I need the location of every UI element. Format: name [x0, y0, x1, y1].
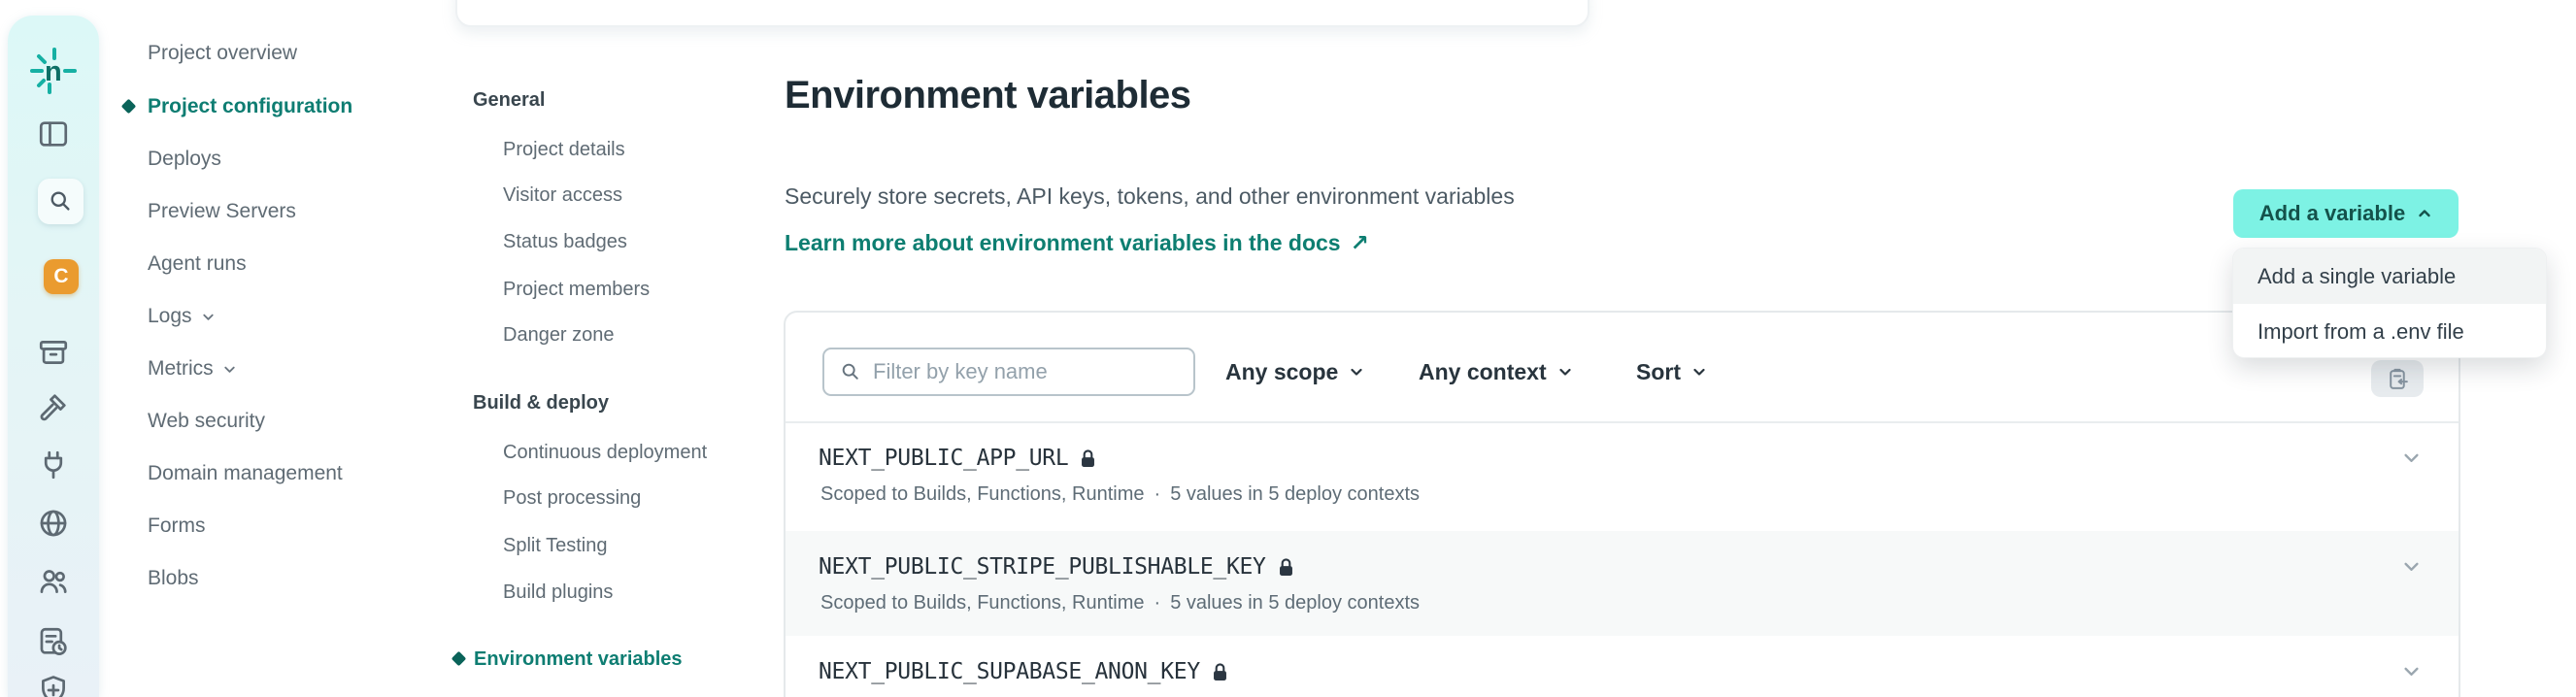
icon-rail: n C — [8, 16, 99, 697]
nav-deploys[interactable]: Deploys — [148, 146, 221, 173]
variable-meta: Scoped to Builds, Functions, Runtime·5 v… — [820, 483, 1421, 505]
add-variable-button[interactable]: Add a variable — [2233, 189, 2459, 238]
form-clock-icon[interactable] — [37, 625, 70, 658]
filter-input[interactable] — [873, 359, 1164, 384]
chevron-down-icon — [2404, 667, 2419, 676]
nav-status-badges[interactable]: Status badges — [503, 228, 627, 255]
section-general: General — [473, 89, 546, 111]
chevron-down-icon — [224, 366, 235, 373]
chevron-down-icon — [2404, 453, 2419, 462]
nav-continuous-deployment[interactable]: Continuous deployment — [503, 439, 707, 466]
docs-link[interactable]: Learn more about environment variables i… — [785, 230, 1369, 256]
page-description: Securely store secrets, API keys, tokens… — [785, 183, 1515, 209]
c-app-badge[interactable]: C — [44, 259, 79, 294]
nav-project-configuration[interactable]: Project configuration — [148, 93, 352, 120]
scope-filter-dropdown[interactable]: Any scope — [1225, 357, 1364, 386]
nav-web-security[interactable]: Web security — [148, 408, 265, 435]
hammer-icon[interactable] — [37, 390, 70, 423]
shield-plus-icon[interactable] — [37, 674, 70, 697]
chevron-down-icon — [1693, 368, 1705, 376]
active-diamond-icon — [451, 650, 467, 667]
variables-card: Any scope Any context Sort NEXT_PUBLIC_A… — [784, 311, 2460, 697]
lock-icon — [1213, 662, 1226, 680]
nav-project-overview[interactable]: Project overview — [148, 40, 297, 67]
filter-field[interactable] — [822, 348, 1195, 396]
nav-split-testing[interactable]: Split Testing — [503, 532, 607, 559]
users-icon[interactable] — [37, 565, 70, 598]
chevron-down-icon — [2404, 562, 2419, 571]
nav-danger-zone[interactable]: Danger zone — [503, 321, 615, 348]
nav-metrics[interactable]: Metrics — [148, 355, 237, 382]
active-diamond-icon — [120, 98, 137, 115]
chevron-down-icon — [202, 314, 214, 320]
panels-icon[interactable] — [37, 117, 70, 150]
expand-row-button[interactable] — [2401, 661, 2422, 681]
menu-item-add-single-variable[interactable]: Add a single variable — [2233, 249, 2546, 304]
plug-icon[interactable] — [37, 448, 70, 481]
section-build-deploy: Build & deploy — [473, 392, 609, 414]
variable-meta: Scoped to Builds, Functions, Runtime·5 v… — [820, 592, 1421, 614]
nav-build-plugins[interactable]: Build plugins — [503, 579, 613, 606]
search-button[interactable] — [38, 179, 84, 224]
variable-row[interactable]: NEXT_PUBLIC_APP_URL Scoped to Builds, Fu… — [786, 422, 2459, 531]
expand-row-button[interactable] — [2401, 556, 2422, 577]
chevron-down-icon — [1351, 368, 1362, 376]
nav-preview-servers[interactable]: Preview Servers — [148, 198, 296, 225]
nav-forms[interactable]: Forms — [148, 513, 206, 540]
external-arrow-icon: ↗ — [1350, 230, 1369, 255]
nav-agent-runs[interactable]: Agent runs — [148, 250, 247, 278]
import-env-button[interactable] — [2371, 360, 2424, 397]
variable-row[interactable]: NEXT_PUBLIC_SUPABASE_ANON_KEY Scoped to … — [786, 636, 2459, 697]
add-variable-menu: Add a single variable Import from a .env… — [2232, 248, 2547, 358]
menu-item-import-env-file[interactable]: Import from a .env file — [2233, 304, 2546, 357]
expand-row-button[interactable] — [2401, 448, 2422, 468]
variable-name: NEXT_PUBLIC_STRIPE_PUBLISHABLE_KEY — [819, 554, 1266, 580]
nav-logs[interactable]: Logs — [148, 303, 216, 330]
top-overlay-card — [455, 0, 1589, 27]
nav-environment-variables[interactable]: Environment variables — [474, 646, 683, 673]
nav-visitor-access[interactable]: Visitor access — [503, 182, 622, 209]
svg-text:n: n — [45, 56, 62, 87]
sort-dropdown[interactable]: Sort — [1636, 357, 1707, 386]
variable-row[interactable]: NEXT_PUBLIC_STRIPE_PUBLISHABLE_KEY Scope… — [786, 531, 2459, 636]
clipboard-import-icon — [2389, 368, 2408, 389]
page-title: Environment variables — [785, 74, 1191, 116]
nav-blobs[interactable]: Blobs — [148, 565, 199, 592]
nav-domain-management[interactable]: Domain management — [148, 460, 343, 487]
variable-name: NEXT_PUBLIC_APP_URL — [819, 446, 1069, 471]
search-icon — [48, 188, 74, 215]
lock-icon — [1082, 448, 1095, 467]
nav-project-details[interactable]: Project details — [503, 136, 625, 163]
variable-name: NEXT_PUBLIC_SUPABASE_ANON_KEY — [819, 659, 1200, 684]
context-filter-dropdown[interactable]: Any context — [1419, 357, 1573, 386]
environment-variables-page: n C Project overview Project configurati… — [0, 0, 2576, 697]
nav-post-processing[interactable]: Post processing — [503, 484, 641, 512]
lock-icon — [1279, 557, 1292, 576]
c-badge-letter: C — [53, 265, 69, 287]
archive-icon[interactable] — [37, 336, 70, 369]
netlify-logo[interactable]: n — [28, 46, 79, 96]
chevron-down-icon — [1559, 368, 1571, 376]
search-icon — [842, 363, 858, 380]
globe-icon[interactable] — [37, 507, 70, 540]
chevron-up-icon — [2419, 210, 2430, 217]
nav-project-members[interactable]: Project members — [503, 276, 650, 303]
